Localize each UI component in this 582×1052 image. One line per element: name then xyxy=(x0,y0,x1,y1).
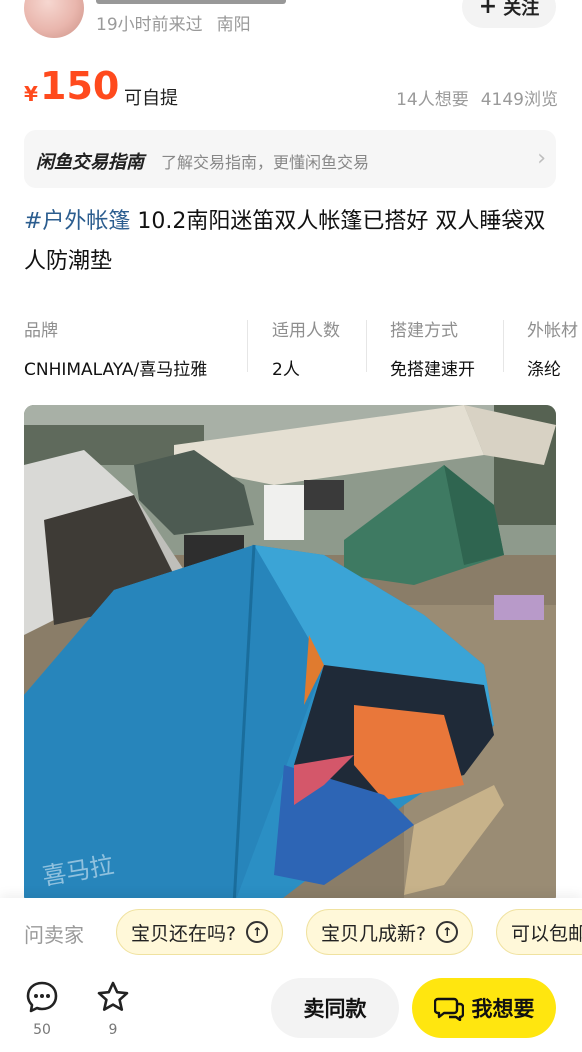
comment-button[interactable]: 50 xyxy=(22,980,62,1038)
guide-text: 了解交易指南，更懂闲鱼交易 xyxy=(161,153,370,172)
attribute-divider xyxy=(366,320,367,372)
attribute-key: 品牌 xyxy=(24,321,58,341)
attribute-value: 涤纶 xyxy=(527,360,561,380)
attribute-divider xyxy=(503,320,504,372)
listing-title: #户外帐篷 10.2南阳迷笛双人帐篷已搭好 双人睡袋双人防潮垫 xyxy=(24,202,558,282)
want-button[interactable]: 我想要 xyxy=(412,978,556,1038)
tent-photo-illustration: 喜马拉 xyxy=(24,405,556,905)
attribute-value: CNHIMALAYA/喜马拉雅 xyxy=(24,360,208,380)
follow-button[interactable]: + 关注 xyxy=(462,0,556,28)
product-photo[interactable]: 喜马拉 xyxy=(24,405,556,905)
item-detail-page: 19小时前来过 南阳 + 关注 ¥ 150 可自提 14人想要 4149浏览 闲鱼交… xyxy=(0,0,582,1052)
star-icon xyxy=(97,981,129,1011)
ask-seller-label[interactable]: 问卖家 xyxy=(24,919,84,948)
currency-symbol: ¥ xyxy=(24,82,38,106)
bottom-action-bar: 50 9 卖同款 我想要 xyxy=(0,968,582,1052)
comment-icon xyxy=(26,981,58,1013)
item-stats: 14人想要 4149浏览 xyxy=(396,85,558,110)
chip-label: 宝贝几成新? xyxy=(321,922,427,945)
guide-title: 闲鱼交易指南 xyxy=(36,152,144,173)
attribute-material: 外帐材 涤纶 xyxy=(527,316,578,380)
want-label: 我想要 xyxy=(471,997,535,1021)
favorite-button[interactable]: 9 xyxy=(93,980,133,1038)
category-tag[interactable]: #户外帐篷 xyxy=(24,209,130,234)
view-count: 4149浏览 xyxy=(480,90,558,110)
attribute-value: 免搭建速开 xyxy=(390,360,475,380)
seller-avatar[interactable] xyxy=(24,0,84,38)
chip-label: 宝贝还在吗? xyxy=(131,922,237,945)
chat-bubbles-icon xyxy=(433,997,464,1021)
chip-label: 可以包邮 xyxy=(511,922,582,945)
quick-question-chip[interactable]: 可以包邮 xyxy=(496,909,582,955)
quick-question-chip[interactable]: 宝贝几成新? ↑ xyxy=(306,909,474,955)
attribute-capacity: 适用人数 2人 xyxy=(272,316,340,380)
attribute-divider xyxy=(247,320,248,372)
quick-ask-bar: 问卖家 宝贝还在吗? ↑ 宝贝几成新? ↑ 可以包邮 xyxy=(0,898,582,968)
price-row: ¥ 150 可自提 14人想要 4149浏览 xyxy=(24,64,558,114)
chevron-right-icon: › xyxy=(537,146,546,171)
seller-name-blurred xyxy=(96,0,286,4)
attribute-key: 搭建方式 xyxy=(390,321,458,341)
attribute-brand: 品牌 CNHIMALAYA/喜马拉雅 xyxy=(24,316,207,380)
sell-same-button[interactable]: 卖同款 xyxy=(271,978,399,1038)
attribute-key: 外帐材 xyxy=(527,321,578,341)
seller-meta: 19小时前来过 南阳 xyxy=(96,10,251,35)
plus-icon: + xyxy=(478,0,498,19)
arrow-up-circle-icon: ↑ xyxy=(246,921,269,943)
trade-guide-banner[interactable]: 闲鱼交易指南 了解交易指南，更懂闲鱼交易 › xyxy=(24,130,556,188)
quick-question-chip[interactable]: 宝贝还在吗? ↑ xyxy=(116,909,284,955)
comment-count: 50 xyxy=(33,1022,51,1038)
attribute-setup: 搭建方式 免搭建速开 xyxy=(390,316,475,380)
attribute-row: 品牌 CNHIMALAYA/喜马拉雅 适用人数 2人 搭建方式 免搭建速开 外帐… xyxy=(24,316,582,380)
seller-header: 19小时前来过 南阳 + 关注 xyxy=(0,0,582,46)
seller-location: 南阳 xyxy=(216,15,251,35)
attribute-key: 适用人数 xyxy=(272,321,340,341)
want-count: 14人想要 xyxy=(396,90,469,110)
arrow-up-circle-icon: ↑ xyxy=(436,921,459,943)
price-amount: 150 xyxy=(40,64,120,108)
attribute-value: 2人 xyxy=(272,360,300,380)
seller-last-seen: 19小时前来过 xyxy=(96,15,203,35)
pickup-label: 可自提 xyxy=(124,88,178,109)
follow-label: 关注 xyxy=(503,0,540,19)
favorite-count: 9 xyxy=(108,1022,118,1038)
